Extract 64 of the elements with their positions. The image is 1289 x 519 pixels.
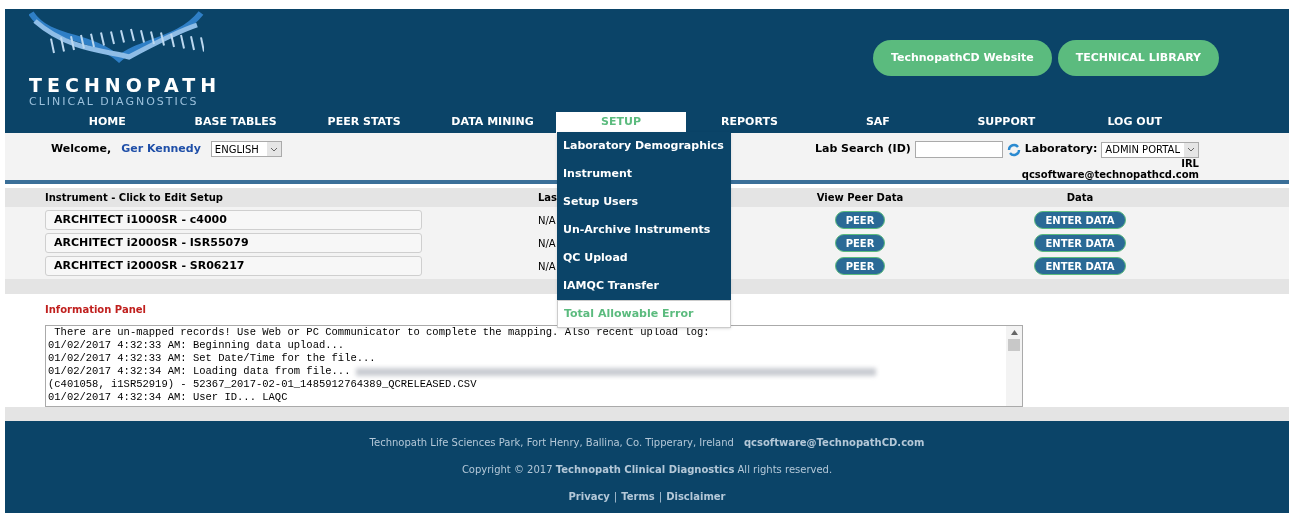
log-line: There are un-mapped records! Use Web or PC Communicator to complete the mapping. Also recent upload log: [53, 326, 710, 339]
logo-tagline: CLINICAL DIAGNOSTICS [29, 96, 200, 108]
dna-logo-icon [29, 11, 204, 66]
nav-tab[interactable]: HOME [43, 112, 172, 133]
nav-tab[interactable]: LOG OUT [1070, 112, 1199, 133]
scrollbar[interactable] [1006, 326, 1022, 406]
nav-tab[interactable]: SAF [813, 112, 943, 133]
footer-address: Technopath Life Sciences Park, Fort Henry, Ballina, Co. Tipperary, Ireland [369, 436, 734, 450]
lab-code: IRL [1181, 158, 1199, 169]
nav-tab[interactable]: BASE TABLES [171, 112, 300, 133]
log-text-area[interactable] [45, 325, 1023, 407]
menu-item[interactable]: Laboratory Demographics [557, 132, 731, 160]
lab-email: qcsoftware@technopathcd.com [1021, 169, 1199, 180]
log-line: (c401058, i1SR52919) - 52367_2017-02-01_1485912764389_QCRELEASED.CSV [48, 378, 477, 391]
nav-tab[interactable]: PEER STATS [299, 112, 429, 133]
panel-title: Information Panel [45, 304, 146, 316]
peer-button[interactable]: PEER [834, 234, 886, 252]
enter-data-button[interactable]: ENTER DATA [1034, 211, 1126, 229]
scroll-thumb[interactable] [1008, 339, 1020, 351]
footer-link[interactable]: Disclaimer [666, 489, 726, 504]
peer-button[interactable]: PEER [834, 257, 886, 275]
footer-copyright: Copyright © 2017 Technopath Clinical Diagnostics All rights reserved. [461, 463, 833, 477]
scroll-up-icon[interactable] [1010, 330, 1018, 335]
instrument-button[interactable]: ARCHITECT i2000SR - ISR55079 [45, 233, 422, 253]
nav-tab[interactable]: REPORTS [685, 112, 814, 133]
peer-button[interactable]: PEER [834, 211, 886, 229]
language-select[interactable]: ENGLISH [210, 141, 282, 157]
column-header: Data [1066, 191, 1094, 205]
log-line: 01/02/2017 4:32:33 AM: Set Date/Time for the file... [48, 352, 376, 365]
logo-name: TECHNOPATH [29, 74, 222, 96]
log-line: 01/02/2017 4:32:34 AM: User ID... LAQC [48, 391, 288, 404]
menu-item[interactable]: Setup Users [557, 188, 731, 216]
log-line: 01/02/2017 4:32:33 AM: Beginning data upload... [48, 339, 345, 352]
menu-item[interactable]: QC Upload [557, 244, 731, 272]
menu-item[interactable]: Un-Archive Instruments [557, 216, 731, 244]
user-name-link[interactable]: Ger Kennedy [121, 141, 201, 157]
chevron-icon [266, 142, 281, 156]
log-line: 01/02/2017 4:32:34 AM: Loading data from file... [48, 365, 351, 378]
menu-item[interactable]: IAMQC Transfer [557, 272, 731, 300]
menu-item[interactable]: Instrument [557, 160, 731, 188]
footer-email-link[interactable]: qcsoftware@TechnopathCD.com [743, 435, 925, 450]
enter-data-button[interactable]: ENTER DATA [1034, 257, 1126, 275]
enter-data-button[interactable]: ENTER DATA [1034, 234, 1126, 252]
column-header: Las [538, 191, 558, 205]
chevron-icon [1184, 142, 1198, 157]
instrument-button[interactable]: ARCHITECT i1000SR - c4000 [45, 210, 422, 230]
footer-link[interactable]: Privacy [568, 489, 610, 504]
column-header: View Peer Data [816, 191, 904, 205]
laboratory-select[interactable]: ADMIN PORTAL [1101, 141, 1199, 158]
lab-search-field[interactable] [914, 141, 1003, 158]
link-separator: | [613, 490, 618, 504]
table-cell-text: N/A [538, 236, 556, 251]
table-cell-text: N/A [538, 213, 556, 228]
laboratory-label: Laboratory: [1024, 141, 1098, 158]
instrument-button[interactable]: ARCHITECT i2000SR - SR06217 [45, 256, 422, 276]
refresh-icon[interactable] [1006, 142, 1021, 157]
link-separator: | [658, 490, 663, 504]
nav-tab[interactable]: SUPPORT [942, 112, 1071, 133]
nav-tab[interactable]: DATA MINING [428, 112, 557, 133]
welcome-label: Welcome, [51, 141, 112, 157]
column-header: Instrument - Click to Edit Setup [45, 191, 223, 205]
footer-link[interactable]: Terms [621, 489, 655, 504]
table-cell-text: N/A [538, 259, 556, 274]
lab-search-label: Lab Search (ID) [815, 141, 911, 158]
